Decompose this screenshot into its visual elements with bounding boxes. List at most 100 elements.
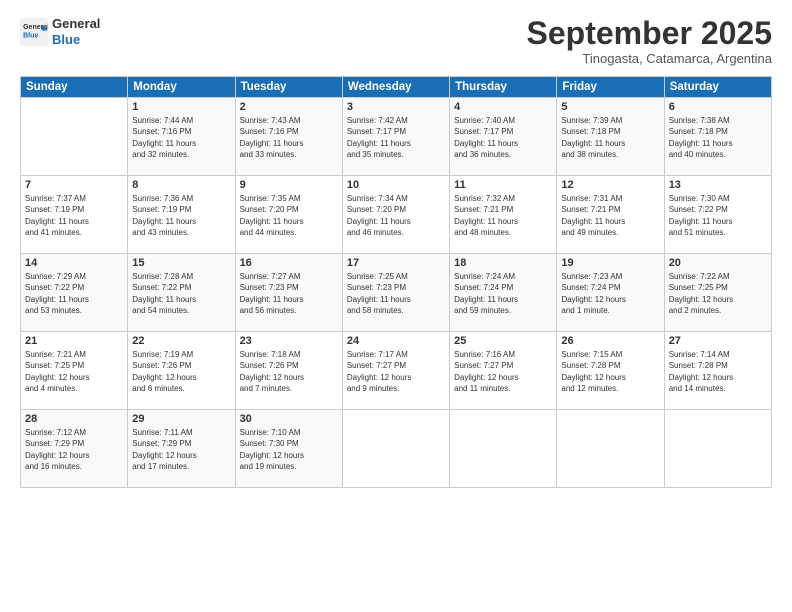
day-info: Sunrise: 7:16 AMSunset: 7:27 PMDaylight:… [454, 349, 552, 394]
day-info: Sunrise: 7:17 AMSunset: 7:27 PMDaylight:… [347, 349, 445, 394]
day-info: Sunrise: 7:43 AMSunset: 7:16 PMDaylight:… [240, 115, 338, 160]
day-info: Sunrise: 7:15 AMSunset: 7:28 PMDaylight:… [561, 349, 659, 394]
col-sunday: Sunday [21, 77, 128, 98]
calendar-cell [450, 410, 557, 488]
day-info: Sunrise: 7:14 AMSunset: 7:28 PMDaylight:… [669, 349, 767, 394]
day-number: 17 [347, 257, 445, 269]
calendar-cell: 14 Sunrise: 7:29 AMSunset: 7:22 PMDayligh… [21, 254, 128, 332]
day-number: 25 [454, 335, 552, 347]
calendar-cell: 4 Sunrise: 7:40 AMSunset: 7:17 PMDaylight… [450, 98, 557, 176]
calendar-week-2: 7Sunrise: 7:37 AMSunset: 7:19 PMDaylight… [21, 176, 772, 254]
day-number: 6 [669, 101, 767, 113]
day-info: Sunrise: 7:35 AMSunset: 7:20 PMDaylight:… [240, 193, 338, 238]
calendar-week-1: 1 Sunrise: 7:44 AMSunset: 7:16 PMDaylight… [21, 98, 772, 176]
day-info: Sunrise: 7:34 AMSunset: 7:20 PMDaylight:… [347, 193, 445, 238]
day-info: Sunrise: 7:31 AMSunset: 7:21 PMDaylight:… [561, 193, 659, 238]
logo: General Blue General Blue [20, 16, 100, 47]
day-number: 8 [132, 179, 230, 191]
calendar-week-5: 28Sunrise: 7:12 AMSunset: 7:29 PMDayligh… [21, 410, 772, 488]
day-number: 18 [454, 257, 552, 269]
day-number: 3 [347, 101, 445, 113]
page: General Blue General Blue September 2025… [0, 0, 792, 612]
day-info: Sunrise: 7:32 AMSunset: 7:21 PMDaylight:… [454, 193, 552, 238]
col-friday: Friday [557, 77, 664, 98]
calendar-cell: 20Sunrise: 7:22 AMSunset: 7:25 PMDayligh… [664, 254, 771, 332]
day-number: 14 [25, 257, 123, 269]
logo-text: General Blue [52, 16, 100, 47]
calendar-cell: 9 Sunrise: 7:35 AMSunset: 7:20 PMDaylight… [235, 176, 342, 254]
day-number: 21 [25, 335, 123, 347]
day-number: 24 [347, 335, 445, 347]
day-info: Sunrise: 7:29 AMSunset: 7:22 PMDaylight:… [25, 271, 123, 316]
day-number: 9 [240, 179, 338, 191]
calendar-cell [21, 98, 128, 176]
calendar-cell: 16Sunrise: 7:27 AMSunset: 7:23 PMDayligh… [235, 254, 342, 332]
day-number: 26 [561, 335, 659, 347]
day-number: 2 [240, 101, 338, 113]
day-info: Sunrise: 7:42 AMSunset: 7:17 PMDaylight:… [347, 115, 445, 160]
day-info: Sunrise: 7:25 AMSunset: 7:23 PMDaylight:… [347, 271, 445, 316]
header: General Blue General Blue September 2025… [20, 16, 772, 66]
calendar-cell: 8 Sunrise: 7:36 AMSunset: 7:19 PMDaylight… [128, 176, 235, 254]
calendar-cell: 2 Sunrise: 7:43 AMSunset: 7:16 PMDaylight… [235, 98, 342, 176]
day-number: 1 [132, 101, 230, 113]
day-info: Sunrise: 7:10 AMSunset: 7:30 PMDaylight:… [240, 427, 338, 472]
logo-icon: General Blue [20, 18, 48, 46]
title-block: September 2025 Tinogasta, Catamarca, Arg… [527, 16, 772, 66]
calendar-cell: 17 Sunrise: 7:25 AMSunset: 7:23 PMDayligh… [342, 254, 449, 332]
calendar-cell: 13 Sunrise: 7:30 AMSunset: 7:22 PMDayligh… [664, 176, 771, 254]
day-info: Sunrise: 7:44 AMSunset: 7:16 PMDaylight:… [132, 115, 230, 160]
col-wednesday: Wednesday [342, 77, 449, 98]
day-number: 20 [669, 257, 767, 269]
day-info: Sunrise: 7:19 AMSunset: 7:26 PMDaylight:… [132, 349, 230, 394]
day-info: Sunrise: 7:28 AMSunset: 7:22 PMDaylight:… [132, 271, 230, 316]
day-info: Sunrise: 7:36 AMSunset: 7:19 PMDaylight:… [132, 193, 230, 238]
col-thursday: Thursday [450, 77, 557, 98]
header-row: Sunday Monday Tuesday Wednesday Thursday… [21, 77, 772, 98]
calendar-cell: 18 Sunrise: 7:24 AMSunset: 7:24 PMDayligh… [450, 254, 557, 332]
day-info: Sunrise: 7:23 AMSunset: 7:24 PMDaylight:… [561, 271, 659, 316]
day-number: 28 [25, 413, 123, 425]
day-number: 27 [669, 335, 767, 347]
col-saturday: Saturday [664, 77, 771, 98]
calendar-table: Sunday Monday Tuesday Wednesday Thursday… [20, 76, 772, 488]
day-number: 13 [669, 179, 767, 191]
calendar-cell: 27 Sunrise: 7:14 AMSunset: 7:28 PMDayligh… [664, 332, 771, 410]
day-info: Sunrise: 7:39 AMSunset: 7:18 PMDaylight:… [561, 115, 659, 160]
day-info: Sunrise: 7:21 AMSunset: 7:25 PMDaylight:… [25, 349, 123, 394]
calendar-cell: 7Sunrise: 7:37 AMSunset: 7:19 PMDaylight… [21, 176, 128, 254]
day-info: Sunrise: 7:37 AMSunset: 7:19 PMDaylight:… [25, 193, 123, 238]
calendar-cell: 26 Sunrise: 7:15 AMSunset: 7:28 PMDayligh… [557, 332, 664, 410]
day-number: 22 [132, 335, 230, 347]
calendar-cell: 22 Sunrise: 7:19 AMSunset: 7:26 PMDayligh… [128, 332, 235, 410]
calendar-cell: 12 Sunrise: 7:31 AMSunset: 7:21 PMDayligh… [557, 176, 664, 254]
day-number: 29 [132, 413, 230, 425]
day-info: Sunrise: 7:11 AMSunset: 7:29 PMDaylight:… [132, 427, 230, 472]
calendar-cell: 21 Sunrise: 7:21 AMSunset: 7:25 PMDayligh… [21, 332, 128, 410]
day-info: Sunrise: 7:24 AMSunset: 7:24 PMDaylight:… [454, 271, 552, 316]
day-number: 19 [561, 257, 659, 269]
day-info: Sunrise: 7:18 AMSunset: 7:26 PMDaylight:… [240, 349, 338, 394]
day-info: Sunrise: 7:30 AMSunset: 7:22 PMDaylight:… [669, 193, 767, 238]
calendar-cell: 24 Sunrise: 7:17 AMSunset: 7:27 PMDayligh… [342, 332, 449, 410]
calendar-cell [664, 410, 771, 488]
month-title: September 2025 [527, 16, 772, 51]
day-info: Sunrise: 7:40 AMSunset: 7:17 PMDaylight:… [454, 115, 552, 160]
day-number: 4 [454, 101, 552, 113]
calendar-week-3: 14 Sunrise: 7:29 AMSunset: 7:22 PMDayligh… [21, 254, 772, 332]
calendar-cell: 10 Sunrise: 7:34 AMSunset: 7:20 PMDayligh… [342, 176, 449, 254]
day-number: 12 [561, 179, 659, 191]
calendar-cell: 28Sunrise: 7:12 AMSunset: 7:29 PMDayligh… [21, 410, 128, 488]
day-number: 10 [347, 179, 445, 191]
calendar-cell: 1 Sunrise: 7:44 AMSunset: 7:16 PMDaylight… [128, 98, 235, 176]
calendar-cell [342, 410, 449, 488]
day-info: Sunrise: 7:38 AMSunset: 7:18 PMDaylight:… [669, 115, 767, 160]
day-info: Sunrise: 7:27 AMSunset: 7:23 PMDaylight:… [240, 271, 338, 316]
calendar-cell: 15Sunrise: 7:28 AMSunset: 7:22 PMDayligh… [128, 254, 235, 332]
calendar-cell: 3 Sunrise: 7:42 AMSunset: 7:17 PMDaylight… [342, 98, 449, 176]
calendar-cell: 23 Sunrise: 7:18 AMSunset: 7:26 PMDayligh… [235, 332, 342, 410]
day-number: 30 [240, 413, 338, 425]
col-monday: Monday [128, 77, 235, 98]
day-number: 23 [240, 335, 338, 347]
day-number: 5 [561, 101, 659, 113]
